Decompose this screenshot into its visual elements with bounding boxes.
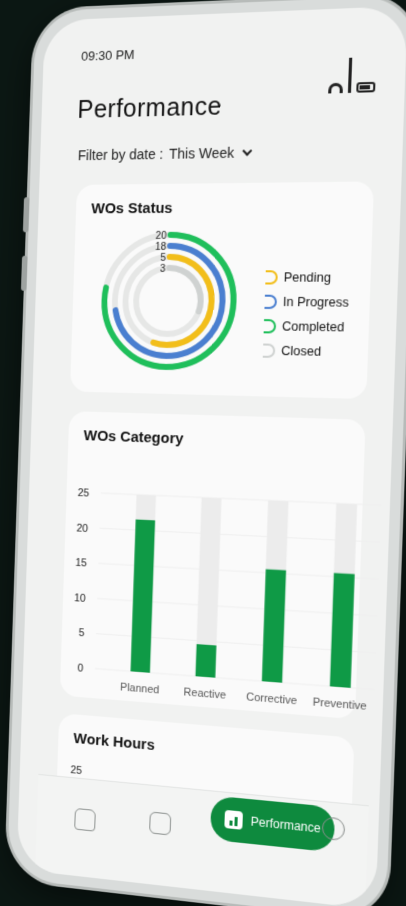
wos-category-card: WOs Category 0 5 10 15 20 25 Planned Reactive Co… [59, 411, 366, 720]
bar-reactive [195, 644, 217, 678]
nav-performance-button[interactable]: Performance [209, 795, 336, 853]
checklist-icon[interactable] [149, 811, 172, 836]
phone-frame: 09:30 PM Performance Filter by date : Th… [6, 0, 406, 906]
work-hours-tick: 25 [70, 764, 82, 777]
y-tick-label: 25 [78, 487, 90, 500]
x-tick-label: Planned [120, 681, 159, 696]
y-tick-label: 5 [79, 627, 85, 639]
filter-label: Filter by date : [77, 145, 164, 164]
page-title: Performance [77, 92, 223, 124]
side-button [22, 197, 30, 233]
status-time: 09:30 PM [80, 46, 135, 64]
y-tick-label: 20 [76, 522, 88, 535]
wos-status-card: WOs Status 20 18 5 3 Pending In Progress Comp… [69, 181, 375, 400]
side-button [20, 255, 28, 291]
legend-label: Pending [283, 270, 332, 285]
legend-marker [265, 270, 278, 285]
bar-preventive [329, 572, 355, 688]
legend-item-pending: Pending [265, 270, 350, 285]
legend-marker [264, 294, 278, 310]
y-tick-label: 10 [74, 592, 86, 605]
ring-count-label: 5 [160, 253, 166, 264]
date-filter[interactable]: Filter by date : This Week [77, 144, 252, 164]
legend-marker [263, 319, 277, 334]
bar-planned [130, 519, 156, 673]
legend-label: Completed [281, 319, 345, 335]
status-icons [328, 57, 376, 94]
legend-label: Closed [280, 343, 322, 359]
wifi-icon [328, 82, 344, 94]
x-tick-label: Preventive [313, 696, 367, 713]
signal-icon [347, 57, 353, 93]
home-icon[interactable] [74, 807, 96, 832]
status-legend: Pending In Progress Completed Closed [262, 270, 350, 360]
filter-value[interactable]: This Week [169, 145, 235, 162]
x-tick-label: Corrective [246, 691, 297, 707]
legend-item-in-progress: In Progress [264, 294, 350, 310]
performance-icon [224, 809, 243, 830]
y-tick-label: 15 [75, 557, 87, 570]
status-rings-chart: 201853 [93, 226, 245, 378]
x-tick-label: Reactive [183, 686, 226, 702]
wos-status-title: WOs Status [91, 199, 173, 218]
bar-corrective [261, 569, 287, 683]
legend-item-completed: Completed [263, 319, 349, 335]
nav-performance-label: Performance [250, 814, 321, 836]
screen: 09:30 PM Performance Filter by date : Th… [16, 5, 406, 906]
legend-marker [262, 343, 276, 358]
battery-icon [356, 81, 376, 93]
ring-count-label: 3 [160, 264, 166, 275]
legend-item-closed: Closed [262, 343, 348, 360]
chevron-down-icon[interactable] [241, 145, 252, 156]
y-tick-label: 0 [77, 662, 83, 675]
ring-count-label: 18 [155, 242, 166, 253]
category-bar-chart: 0 5 10 15 20 25 Planned Reactive Corrective Preve… [74, 487, 395, 713]
legend-label: In Progress [282, 294, 350, 310]
ring-count-label: 20 [155, 231, 167, 242]
